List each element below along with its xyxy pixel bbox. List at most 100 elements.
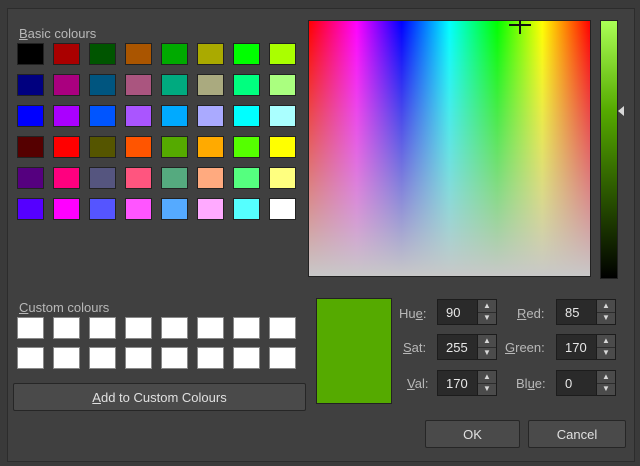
spin-down-icon[interactable]: ▼ <box>597 313 615 325</box>
basic-colour-swatch[interactable] <box>161 43 188 65</box>
basic-colour-swatch[interactable] <box>125 105 152 127</box>
val-label: Val: <box>407 376 429 391</box>
spin-up-icon[interactable]: ▲ <box>478 371 496 384</box>
custom-colour-swatch[interactable] <box>53 347 80 369</box>
custom-colour-swatch[interactable] <box>17 317 44 339</box>
basic-colour-swatch[interactable] <box>269 167 296 189</box>
custom-colour-swatch[interactable] <box>17 347 44 369</box>
basic-colour-swatch[interactable] <box>89 198 116 220</box>
basic-colour-swatch[interactable] <box>233 167 260 189</box>
basic-colour-swatch[interactable] <box>197 167 224 189</box>
basic-colour-swatch[interactable] <box>125 136 152 158</box>
basic-colour-swatch[interactable] <box>17 198 44 220</box>
basic-colour-swatch[interactable] <box>161 136 188 158</box>
add-to-custom-colours-button[interactable]: Add to Custom Colours <box>13 383 306 411</box>
custom-colour-swatch[interactable] <box>269 317 296 339</box>
basic-colour-swatch[interactable] <box>233 136 260 158</box>
spin-up-icon[interactable]: ▲ <box>597 371 615 384</box>
basic-colour-swatch[interactable] <box>125 198 152 220</box>
hue-saturation-spectrum[interactable] <box>308 20 591 277</box>
val-input[interactable]: 170 <box>438 376 477 391</box>
spin-up-icon[interactable]: ▲ <box>478 335 496 348</box>
basic-colour-swatch[interactable] <box>233 105 260 127</box>
cancel-button[interactable]: Cancel <box>528 420 626 448</box>
basic-colour-swatch[interactable] <box>233 74 260 96</box>
val-spinbox[interactable]: 170 ▲ ▼ <box>437 370 497 396</box>
basic-colour-swatch[interactable] <box>269 198 296 220</box>
basic-colour-swatch[interactable] <box>161 105 188 127</box>
hue-spinbox[interactable]: 90 ▲ ▼ <box>437 299 497 325</box>
custom-colours-grid <box>17 317 296 369</box>
green-input[interactable]: 170 <box>557 340 596 355</box>
custom-colour-swatch[interactable] <box>233 317 260 339</box>
spin-down-icon[interactable]: ▼ <box>478 348 496 360</box>
basic-colour-swatch[interactable] <box>17 167 44 189</box>
custom-colour-swatch[interactable] <box>161 347 188 369</box>
basic-colour-swatch[interactable] <box>17 43 44 65</box>
custom-colour-swatch[interactable] <box>125 347 152 369</box>
basic-colour-swatch[interactable] <box>89 167 116 189</box>
custom-colour-swatch[interactable] <box>53 317 80 339</box>
spin-up-icon[interactable]: ▲ <box>597 335 615 348</box>
basic-colour-swatch[interactable] <box>125 74 152 96</box>
custom-colour-swatch[interactable] <box>233 347 260 369</box>
green-spinbox[interactable]: 170 ▲ ▼ <box>556 334 616 360</box>
basic-colour-swatch[interactable] <box>269 74 296 96</box>
basic-colour-swatch[interactable] <box>53 74 80 96</box>
basic-colour-swatch[interactable] <box>269 105 296 127</box>
basic-colour-swatch[interactable] <box>89 105 116 127</box>
spin-up-icon[interactable]: ▲ <box>478 300 496 313</box>
basic-colour-swatch[interactable] <box>53 136 80 158</box>
basic-colour-swatch[interactable] <box>53 198 80 220</box>
basic-colour-swatch[interactable] <box>89 136 116 158</box>
ok-button[interactable]: OK <box>425 420 520 448</box>
basic-colour-swatch[interactable] <box>53 167 80 189</box>
basic-colour-swatch[interactable] <box>17 136 44 158</box>
color-preview <box>316 298 392 404</box>
red-spinbox[interactable]: 85 ▲ ▼ <box>556 299 616 325</box>
basic-colour-swatch[interactable] <box>17 105 44 127</box>
custom-colour-swatch[interactable] <box>161 317 188 339</box>
spin-down-icon[interactable]: ▼ <box>597 384 615 396</box>
sat-spinbox[interactable]: 255 ▲ ▼ <box>437 334 497 360</box>
spin-up-icon[interactable]: ▲ <box>597 300 615 313</box>
basic-colour-swatch[interactable] <box>197 198 224 220</box>
basic-colour-swatch[interactable] <box>269 43 296 65</box>
red-input[interactable]: 85 <box>557 305 596 320</box>
basic-colour-swatch[interactable] <box>197 105 224 127</box>
spin-down-icon[interactable]: ▼ <box>597 348 615 360</box>
basic-colour-swatch[interactable] <box>197 43 224 65</box>
custom-colour-swatch[interactable] <box>125 317 152 339</box>
basic-colours-grid <box>17 43 296 220</box>
hue-input[interactable]: 90 <box>438 305 477 320</box>
basic-colour-swatch[interactable] <box>197 74 224 96</box>
slider-pointer-icon[interactable] <box>618 106 624 116</box>
basic-colour-swatch[interactable] <box>161 74 188 96</box>
sat-label: Sat: <box>403 340 427 355</box>
basic-colour-swatch[interactable] <box>17 74 44 96</box>
custom-colour-swatch[interactable] <box>89 317 116 339</box>
custom-colour-swatch[interactable] <box>197 317 224 339</box>
basic-colour-swatch[interactable] <box>125 167 152 189</box>
basic-colour-swatch[interactable] <box>233 198 260 220</box>
custom-colour-swatch[interactable] <box>197 347 224 369</box>
basic-colour-swatch[interactable] <box>53 43 80 65</box>
custom-colour-swatch[interactable] <box>89 347 116 369</box>
basic-colour-swatch[interactable] <box>89 43 116 65</box>
blue-spinbox[interactable]: 0 ▲ ▼ <box>556 370 616 396</box>
basic-colour-swatch[interactable] <box>89 74 116 96</box>
basic-colour-swatch[interactable] <box>269 136 296 158</box>
basic-colour-swatch[interactable] <box>161 198 188 220</box>
basic-colour-swatch[interactable] <box>197 136 224 158</box>
custom-colour-swatch[interactable] <box>269 347 296 369</box>
spin-down-icon[interactable]: ▼ <box>478 313 496 325</box>
value-slider[interactable] <box>600 20 618 279</box>
basic-colour-swatch[interactable] <box>161 167 188 189</box>
custom-colours-label: Custom colours <box>19 300 110 315</box>
basic-colour-swatch[interactable] <box>53 105 80 127</box>
sat-input[interactable]: 255 <box>438 340 477 355</box>
spin-down-icon[interactable]: ▼ <box>478 384 496 396</box>
basic-colour-swatch[interactable] <box>125 43 152 65</box>
blue-input[interactable]: 0 <box>557 376 596 391</box>
basic-colour-swatch[interactable] <box>233 43 260 65</box>
